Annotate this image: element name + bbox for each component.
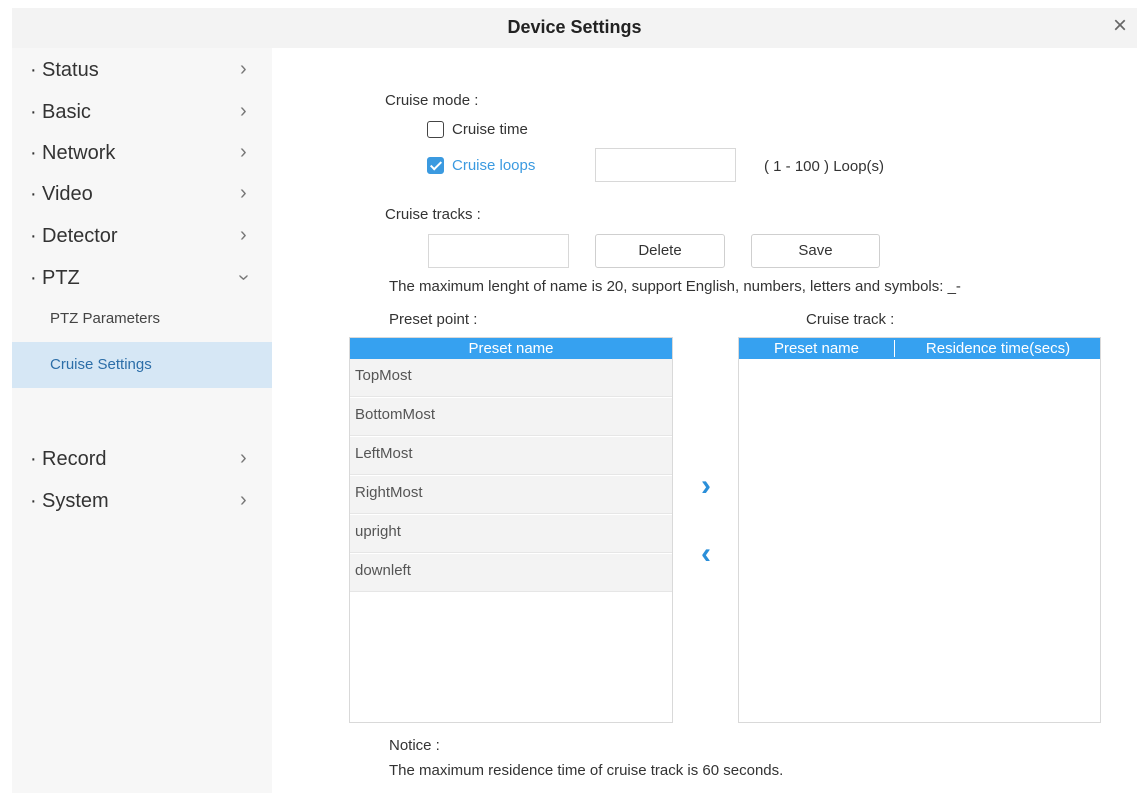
chevron-right-icon: ›	[240, 100, 247, 122]
notice-title: Notice :	[389, 737, 440, 754]
cruise-track-label: Cruise track :	[806, 311, 895, 328]
column-header-preset-name: Preset name	[739, 340, 895, 357]
chevron-down-icon: ›	[232, 274, 255, 281]
save-button[interactable]: Save	[751, 234, 880, 268]
preset-name-cell: LeftMost	[355, 445, 413, 462]
cruise-loops-input[interactable]	[595, 148, 736, 182]
cruise-tracks-label: Cruise tracks :	[385, 206, 481, 223]
sidebar-subitem-label: Cruise Settings	[50, 356, 152, 373]
sidebar-item-label: Network	[42, 142, 116, 164]
table-row[interactable]: RightMost	[350, 476, 672, 514]
sidebar-item-label: Status	[42, 59, 99, 81]
cruise-loops-checkbox[interactable]	[427, 157, 444, 174]
sidebar-item-label: Basic	[42, 101, 91, 123]
cruise-mode-label: Cruise mode :	[385, 92, 479, 109]
preset-name-cell: upright	[355, 523, 401, 540]
cruise-loops-label[interactable]: Cruise loops	[452, 157, 535, 174]
remove-from-track-arrow-icon[interactable]: ‹	[701, 539, 711, 569]
track-name-input[interactable]	[428, 234, 569, 268]
sidebar-subitem-cruise-settings[interactable]: Cruise Settings	[12, 342, 272, 388]
sidebar-item-video[interactable]: · Video ›	[12, 176, 272, 214]
delete-button[interactable]: Delete	[595, 234, 725, 268]
preset-point-label: Preset point :	[389, 311, 478, 328]
cruise-loops-range: ( 1 - 100 ) Loop(s)	[764, 158, 885, 175]
column-header-preset-name: Preset name	[468, 340, 554, 357]
sidebar-subitem-label: PTZ Parameters	[50, 310, 161, 327]
sidebar-item-system[interactable]: · System ›	[12, 483, 272, 521]
chevron-right-icon: ›	[240, 224, 247, 246]
page-title: Device Settings	[507, 17, 642, 37]
column-header-residence-time: Residence time(secs)	[925, 340, 1071, 357]
sidebar-item-record[interactable]: · Record ›	[12, 441, 272, 479]
chevron-right-icon: ›	[240, 182, 247, 204]
sidebar-subitem-ptz-parameters[interactable]: PTZ Parameters	[12, 296, 272, 342]
sidebar-item-label: PTZ	[42, 267, 80, 289]
sidebar-item-basic[interactable]: · Basic ›	[12, 94, 272, 132]
chevron-right-icon: ›	[240, 58, 247, 80]
sidebar-item-label: Video	[42, 183, 93, 205]
table-row[interactable]: downleft	[350, 554, 672, 592]
preset-name-cell: RightMost	[355, 484, 423, 501]
close-icon[interactable]: ×	[1113, 14, 1127, 38]
preset-point-table: Preset name TopMost BottomMost LeftMost …	[349, 337, 673, 723]
sidebar: · Status › · Basic › · Network › · Video…	[12, 48, 272, 793]
notice-text: The maximum residence time of cruise tra…	[389, 762, 784, 779]
sidebar-item-label: Record	[42, 448, 107, 470]
table-row[interactable]: TopMost	[350, 359, 672, 397]
sidebar-item-detector[interactable]: · Detector ›	[12, 218, 272, 256]
title-bar: Device Settings ×	[12, 8, 1137, 48]
chevron-right-icon: ›	[240, 447, 247, 469]
table-header: Preset name	[350, 338, 672, 359]
sidebar-item-label: Detector	[42, 225, 118, 247]
chevron-right-icon: ›	[240, 141, 247, 163]
cruise-track-table: Preset name Residence time(secs)	[738, 337, 1101, 723]
preset-name-cell: TopMost	[355, 367, 412, 384]
table-header: Preset name Residence time(secs)	[739, 338, 1100, 359]
preset-name-cell: BottomMost	[355, 406, 436, 423]
add-to-track-arrow-icon[interactable]: ›	[701, 471, 711, 501]
table-row[interactable]: BottomMost	[350, 398, 672, 436]
chevron-right-icon: ›	[240, 489, 247, 511]
sidebar-item-network[interactable]: · Network ›	[12, 135, 272, 173]
sidebar-item-ptz[interactable]: · PTZ ›	[12, 260, 272, 298]
cruise-time-checkbox[interactable]	[427, 121, 444, 138]
preset-name-cell: downleft	[355, 562, 411, 579]
name-hint-text: The maximum lenght of name is 20, suppor…	[389, 278, 961, 295]
sidebar-item-status[interactable]: · Status ›	[12, 52, 272, 90]
sidebar-item-label: System	[42, 490, 109, 512]
table-row[interactable]: LeftMost	[350, 437, 672, 475]
table-row[interactable]: upright	[350, 515, 672, 553]
cruise-time-label[interactable]: Cruise time	[452, 121, 528, 138]
